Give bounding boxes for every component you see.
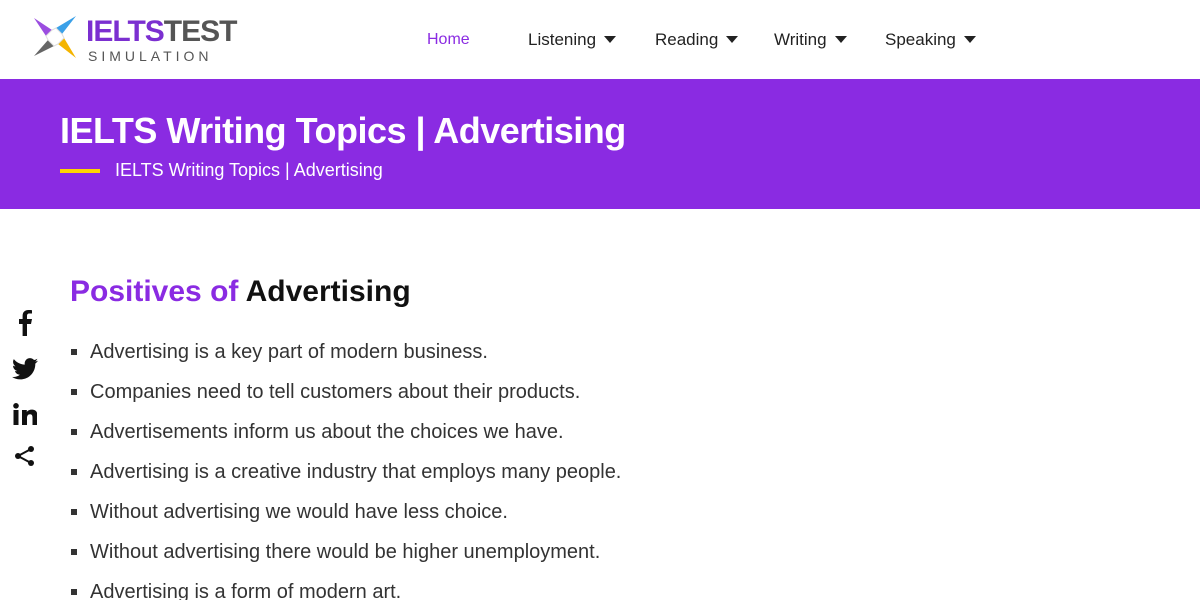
bullet-icon [71,389,77,395]
nav-speaking-label: Speaking [885,30,956,49]
site-header: IELTSTEST SIMULATION Home Listening Read… [0,0,1200,79]
list-item-text: Advertising is a key part of modern busi… [90,341,488,363]
bullet-icon [71,509,77,515]
positives-list: Advertising is a key part of modern busi… [70,338,770,600]
list-item-text: Advertisements inform us about the choic… [90,421,564,443]
list-item: Without advertising there would be highe… [70,538,770,578]
nav-home-label: Home [427,31,470,48]
bullet-icon [71,469,77,475]
list-item: Advertising is a form of modern art. [70,578,770,600]
list-item: Without advertising we would have less c… [70,498,770,538]
list-item-text: Advertising is a creative industry that … [90,461,622,483]
page-title: IELTS Writing Topics | Advertising [60,110,626,151]
section-heading-prefix: Positives of [70,275,246,308]
chevron-down-icon [963,36,976,44]
breadcrumb-divider [60,169,100,173]
share-icon[interactable] [10,441,40,471]
bullet-icon [71,549,77,555]
list-item-text: Without advertising we would have less c… [90,501,508,523]
facebook-icon[interactable] [10,308,40,338]
list-item-text: Without advertising there would be highe… [90,541,601,563]
list-item: Companies need to tell customers about t… [70,378,770,418]
nav-home[interactable]: Home [427,31,470,49]
main-nav: Home Listening Reading Writing Speaking [0,30,1200,54]
nav-writing-label: Writing [774,30,827,49]
chevron-down-icon [834,36,847,44]
nav-listening[interactable]: Listening [528,30,617,50]
list-item-text: Companies need to tell customers about t… [90,381,581,403]
nav-speaking[interactable]: Speaking [885,30,976,50]
list-item: Advertising is a key part of modern busi… [70,338,770,378]
section-heading: Positives of Advertising [70,275,411,309]
bullet-icon [71,589,77,595]
list-item: Advertising is a creative industry that … [70,458,770,498]
bullet-icon [71,349,77,355]
list-item: Advertisements inform us about the choic… [70,418,770,458]
nav-listening-label: Listening [528,30,597,49]
breadcrumb: IELTS Writing Topics | Advertising [115,160,383,180]
chevron-down-icon [604,36,617,44]
nav-reading[interactable]: Reading [655,30,739,50]
chevron-down-icon [726,36,739,44]
nav-reading-label: Reading [655,30,719,49]
twitter-icon[interactable] [10,354,40,384]
linkedin-icon[interactable] [10,399,40,429]
bullet-icon [71,429,77,435]
section-heading-topic: Advertising [245,275,411,308]
page-banner: IELTS Writing Topics | Advertising IELTS… [0,79,1200,209]
nav-writing[interactable]: Writing [774,30,847,50]
list-item-text: Advertising is a form of modern art. [90,581,402,600]
